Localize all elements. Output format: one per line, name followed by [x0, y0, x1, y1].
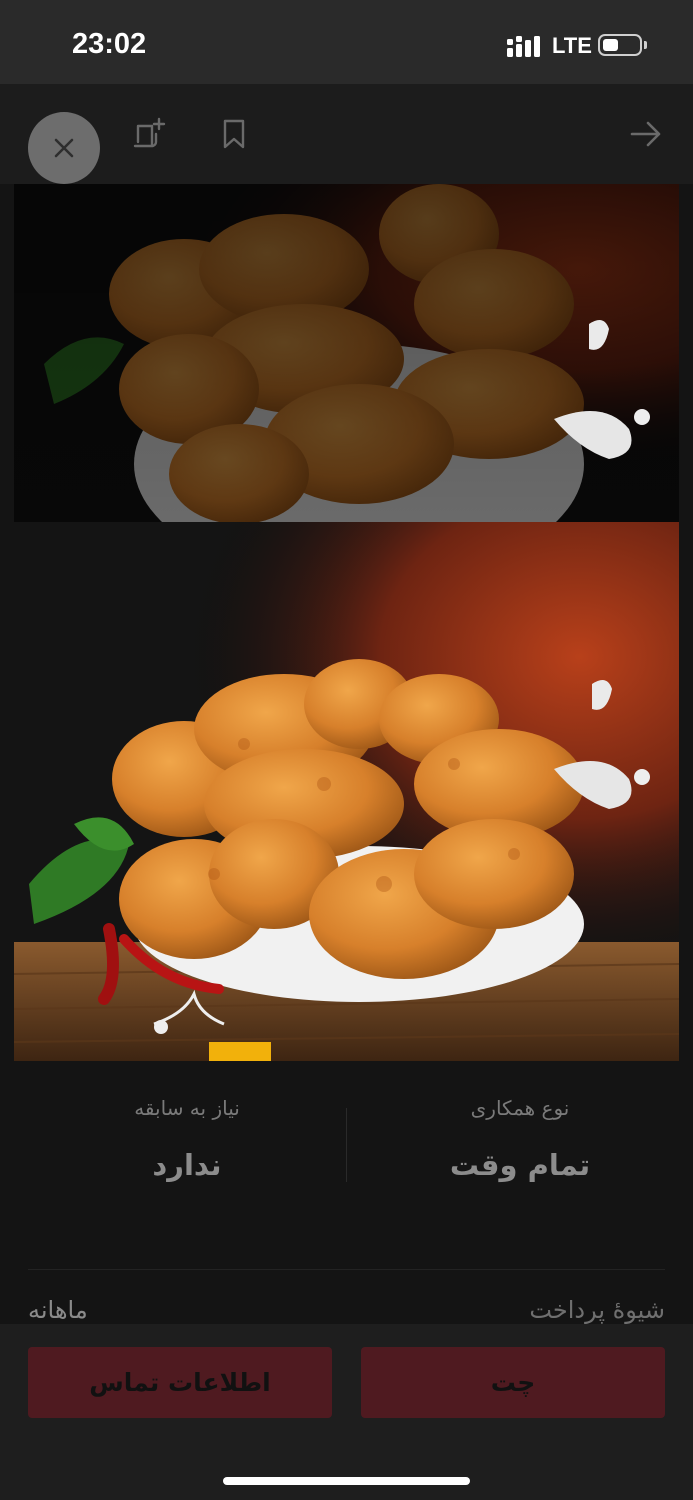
chat-button[interactable]: چت — [361, 1347, 665, 1418]
experience-needed-value: ندارد — [152, 1148, 222, 1182]
arrow-right-icon[interactable] — [628, 116, 664, 152]
experience-needed-label: نیاز به سابقه — [134, 1096, 240, 1120]
job-details: نوع همکاری تمام وقت نیاز به سابقه ندارد … — [0, 1062, 693, 1324]
cooperation-type-value: تمام وقت — [449, 1148, 591, 1182]
clock: 23:02 — [72, 28, 147, 60]
row-divider — [28, 1269, 665, 1270]
battery-level — [603, 39, 618, 51]
payment-label: شیوهٔ پرداخت — [529, 1296, 665, 1324]
close-button[interactable] — [28, 112, 100, 184]
cooperation-type: نوع همکاری تمام وقت — [347, 1062, 693, 1202]
cooperation-type-label: نوع همکاری — [470, 1096, 570, 1120]
close-icon — [54, 138, 74, 158]
home-indicator[interactable] — [223, 1477, 470, 1485]
toolbar — [0, 84, 693, 184]
contact-info-button[interactable]: اطلاعات تماس — [28, 1347, 332, 1418]
network-type: LTE — [552, 33, 592, 58]
bookmark-icon[interactable] — [216, 116, 252, 152]
battery-icon — [598, 34, 642, 56]
add-note-icon[interactable] — [130, 116, 166, 152]
signal-icon — [507, 36, 540, 57]
battery-cap — [644, 41, 647, 49]
bottom-action-bar: اطلاعات تماس چت — [0, 1324, 693, 1500]
payment-value: ماهانه — [28, 1296, 88, 1324]
fried-chicken-photo[interactable] — [14, 184, 679, 1061]
hero-photo-graphic — [14, 184, 679, 1061]
experience-needed: نیاز به سابقه ندارد — [14, 1062, 360, 1202]
status-bar: 23:02 LTE — [0, 0, 693, 84]
